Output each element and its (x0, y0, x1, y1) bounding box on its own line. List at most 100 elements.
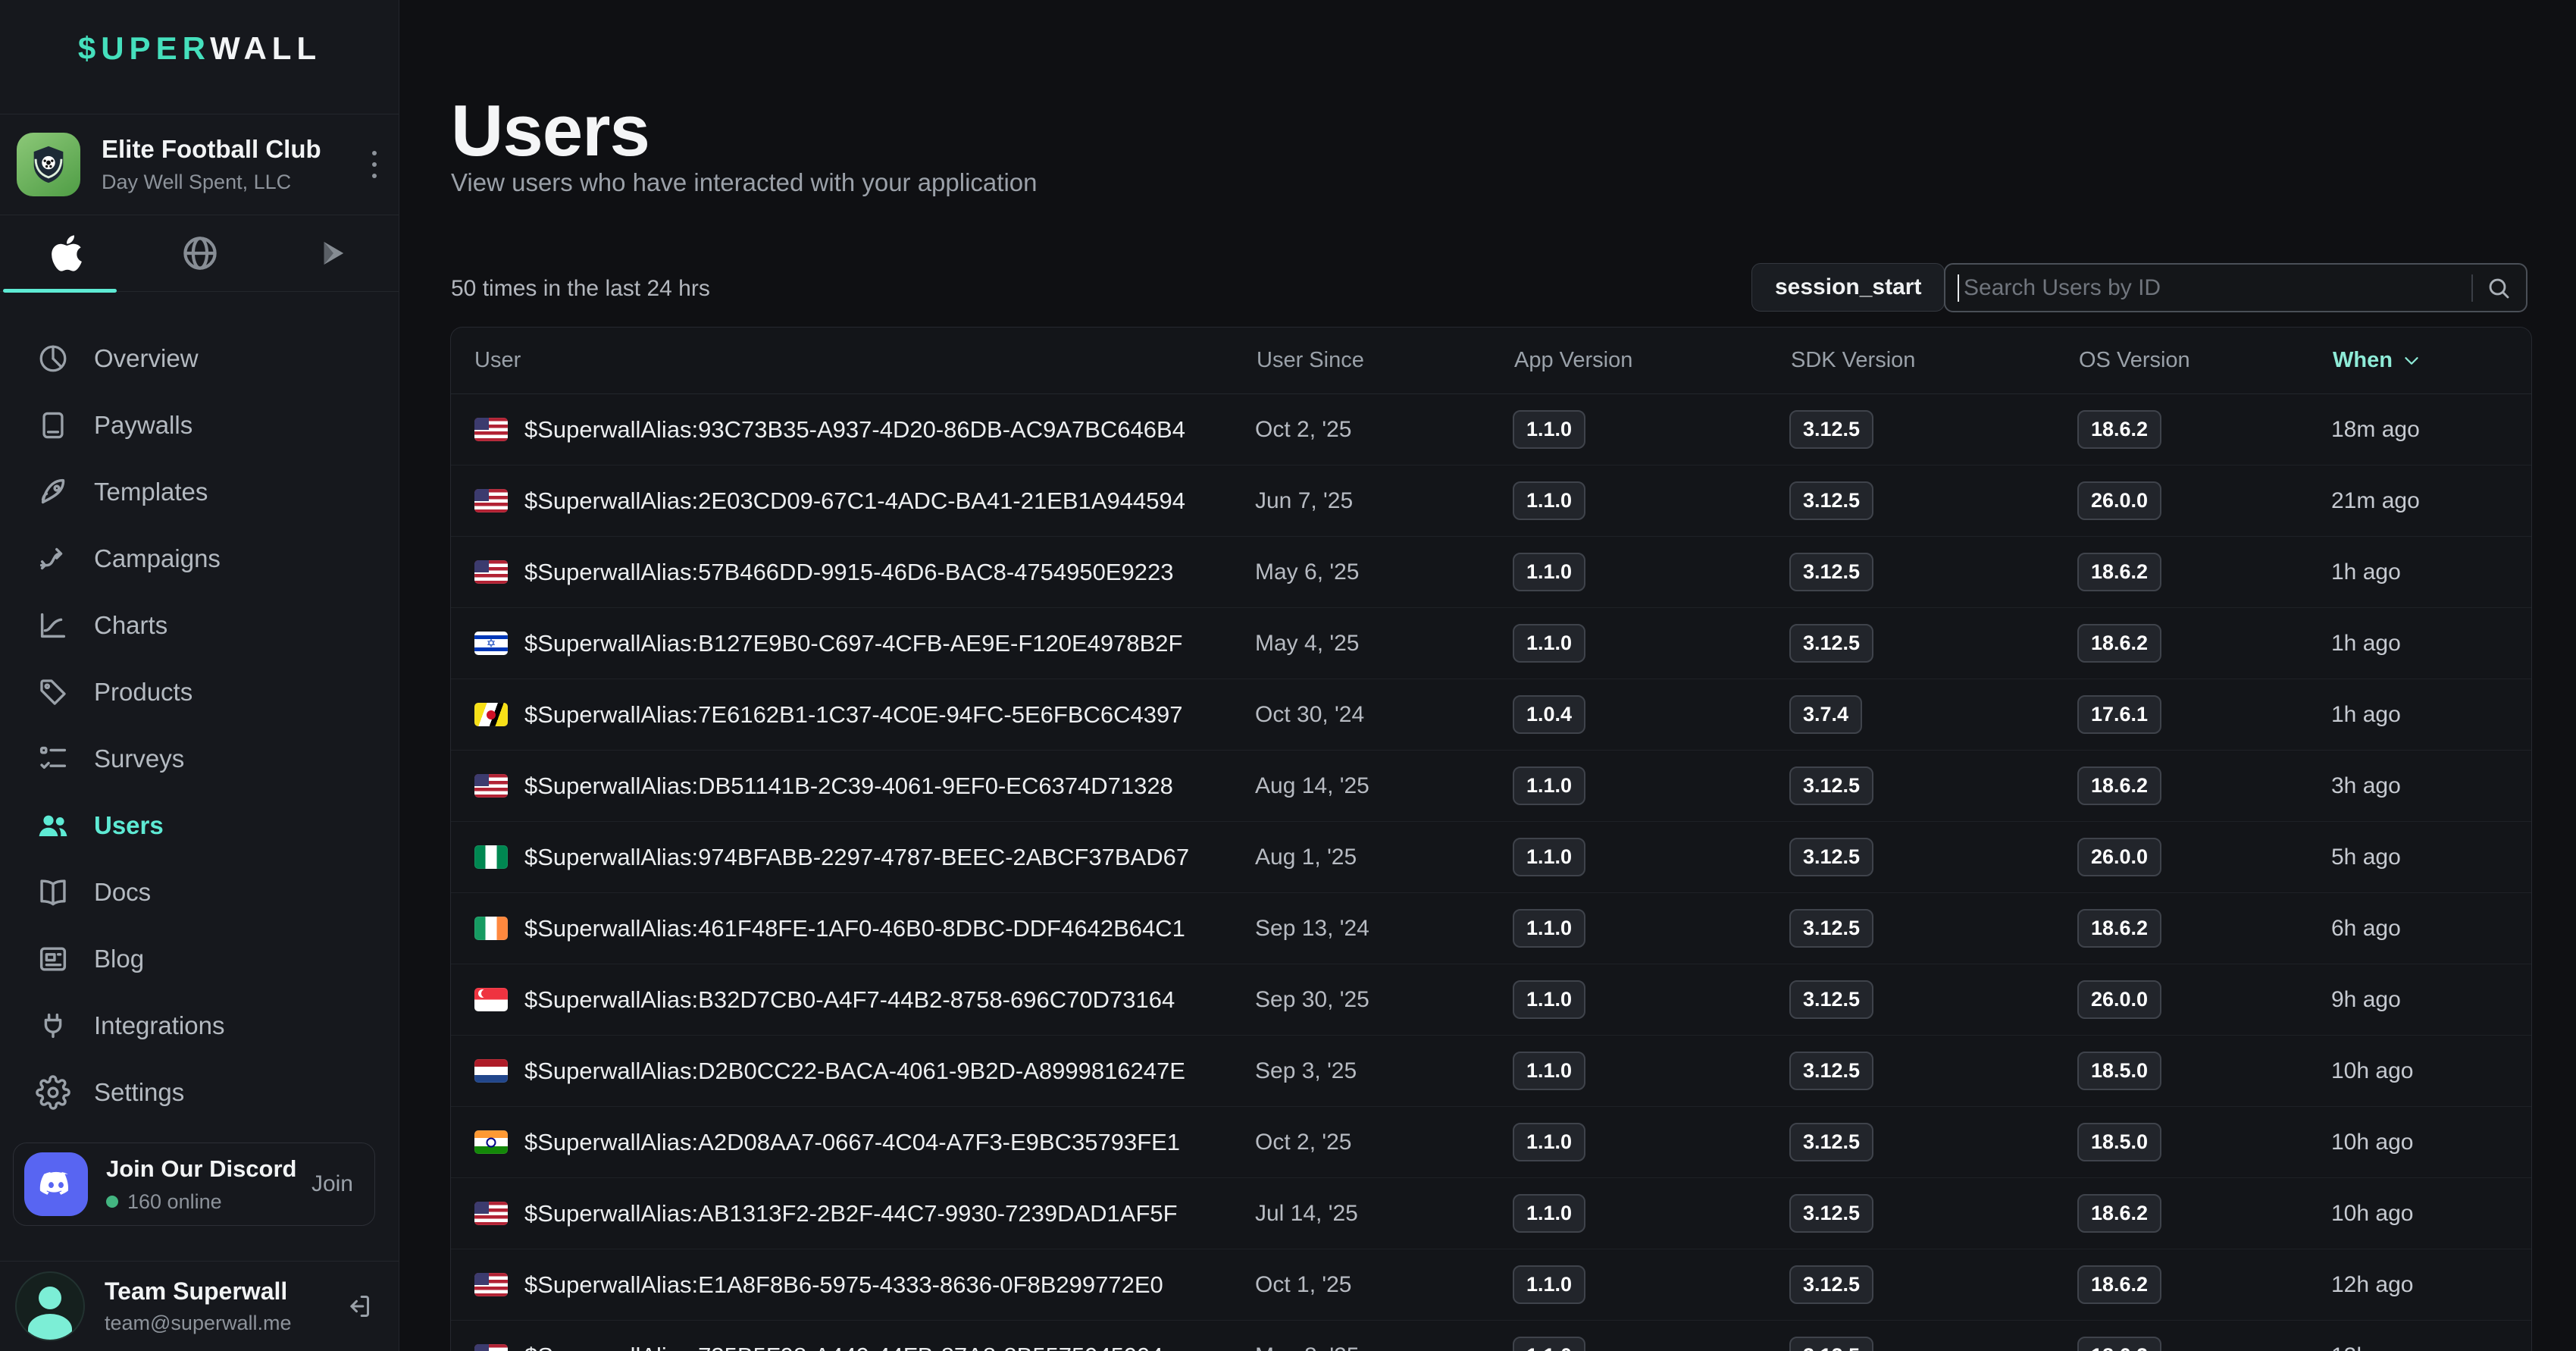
phone-icon (33, 409, 73, 442)
sidebar-item-docs[interactable]: Docs (0, 859, 399, 926)
user-since-cell: Oct 1, '25 (1255, 1272, 1513, 1298)
table-row[interactable]: $SuperwallAlias:B127E9B0-C697-4CFB-AE9E-… (451, 608, 2531, 679)
table-body: $SuperwallAlias:93C73B35-A937-4D20-86DB-… (451, 394, 2531, 1351)
sdk-version-badge: 3.7.4 (1789, 695, 1862, 734)
table-row[interactable]: $SuperwallAlias:B32D7CB0-A4F7-44B2-8758-… (451, 964, 2531, 1036)
user-cell: $SuperwallAlias:2E03CD09-67C1-4ADC-BA41-… (451, 487, 1255, 515)
table-row[interactable]: $SuperwallAlias:D2B0CC22-BACA-4061-9B2D-… (451, 1036, 2531, 1107)
when-cell: 21m ago (2331, 488, 2532, 514)
sidebar-item-surveys[interactable]: Surveys (0, 726, 399, 792)
app-version-badge: 1.1.0 (1513, 481, 1585, 520)
user-cell: $SuperwallAlias:57B466DD-9915-46D6-BAC8-… (451, 559, 1255, 586)
avatar (15, 1271, 85, 1341)
when-cell: 6h ago (2331, 916, 2532, 942)
os-version-cell: 26.0.0 (2077, 481, 2331, 520)
discord-card[interactable]: Join Our Discord 160 online Join (13, 1143, 375, 1226)
app-version-cell: 1.1.0 (1513, 838, 1789, 876)
globe-icon (179, 232, 221, 274)
app-version-cell: 1.1.0 (1513, 766, 1789, 805)
app-version-badge: 1.1.0 (1513, 909, 1585, 948)
sidebar-item-campaigns[interactable]: Campaigns (0, 525, 399, 592)
user-since-cell: Jul 14, '25 (1255, 1201, 1513, 1227)
column-header-when[interactable]: When (2331, 348, 2532, 373)
user-id: $SuperwallAlias:461F48FE-1AF0-46B0-8DBC-… (524, 915, 1185, 942)
pie-chart-icon (33, 342, 73, 375)
sidebar-item-integrations[interactable]: Integrations (0, 992, 399, 1059)
country-flag-icon (474, 418, 508, 441)
account-row[interactable]: Team Superwall team@superwall.me (0, 1261, 399, 1351)
tab-android[interactable] (266, 215, 399, 291)
table-row[interactable]: $SuperwallAlias:93C73B35-A937-4D20-86DB-… (451, 394, 2531, 465)
tab-apple[interactable] (0, 215, 133, 291)
event-filter-button[interactable]: session_start (1751, 263, 1945, 312)
team-menu-icon[interactable] (372, 151, 377, 178)
table-row[interactable]: $SuperwallAlias:DB51141B-2C39-4061-9EF0-… (451, 751, 2531, 822)
table-row[interactable]: $SuperwallAlias:735B5F98-A449-44FB-87A8-… (451, 1321, 2531, 1351)
app-version-cell: 1.1.0 (1513, 481, 1789, 520)
table-row[interactable]: $SuperwallAlias:2E03CD09-67C1-4ADC-BA41-… (451, 465, 2531, 537)
sidebar-item-label: Products (94, 678, 192, 707)
when-cell: 9h ago (2331, 987, 2532, 1013)
search-box (1944, 263, 2527, 312)
os-version-badge: 26.0.0 (2077, 838, 2161, 876)
sdk-version-badge: 3.12.5 (1789, 410, 1873, 449)
os-version-cell: 18.6.2 (2077, 553, 2331, 591)
sdk-version-badge: 3.12.5 (1789, 1337, 1873, 1351)
table-row[interactable]: $SuperwallAlias:7E6162B1-1C37-4C0E-94FC-… (451, 679, 2531, 751)
sidebar: $UPERWALL Elite Football Club Day Well S… (0, 0, 399, 1351)
table-row[interactable]: $SuperwallAlias:AB1313F2-2B2F-44C7-9930-… (451, 1178, 2531, 1249)
team-company: Day Well Spent, LLC (102, 171, 372, 194)
event-count-text: 50 times in the last 24 hrs (451, 276, 710, 302)
user-id: $SuperwallAlias:E1A8F8B6-5975-4333-8636-… (524, 1271, 1163, 1299)
app-version-cell: 1.1.0 (1513, 1052, 1789, 1090)
app-version-cell: 1.1.0 (1513, 1123, 1789, 1161)
sidebar-item-users[interactable]: Users (0, 792, 399, 859)
sdk-version-cell: 3.12.5 (1789, 1194, 2077, 1233)
table-row[interactable]: $SuperwallAlias:461F48FE-1AF0-46B0-8DBC-… (451, 893, 2531, 964)
search-input[interactable] (1959, 265, 2471, 311)
user-since-cell: Sep 13, '24 (1255, 916, 1513, 942)
sdk-version-badge: 3.12.5 (1789, 1265, 1873, 1304)
sdk-version-badge: 3.12.5 (1789, 624, 1873, 663)
logout-icon[interactable] (343, 1291, 374, 1321)
discord-join-button[interactable]: Join (311, 1171, 353, 1197)
os-version-badge: 18.6.2 (2077, 1265, 2161, 1304)
sdk-version-badge: 3.12.5 (1789, 1194, 1873, 1233)
user-cell: $SuperwallAlias:461F48FE-1AF0-46B0-8DBC-… (451, 915, 1255, 942)
os-version-badge: 18.6.2 (2077, 410, 2161, 449)
sdk-version-cell: 3.12.5 (1789, 624, 2077, 663)
user-id: $SuperwallAlias:A2D08AA7-0667-4C04-A7F3-… (524, 1129, 1180, 1156)
tab-web[interactable] (133, 215, 267, 291)
users-table: UserUser SinceApp VersionSDK VersionOS V… (450, 327, 2532, 1351)
user-id: $SuperwallAlias:735B5F98-A449-44FB-87A8-… (524, 1343, 1163, 1351)
sidebar-item-products[interactable]: Products (0, 659, 399, 726)
user-cell: $SuperwallAlias:DB51141B-2C39-4061-9EF0-… (451, 773, 1255, 800)
user-id: $SuperwallAlias:57B466DD-9915-46D6-BAC8-… (524, 559, 1174, 586)
table-row[interactable]: $SuperwallAlias:A2D08AA7-0667-4C04-A7F3-… (451, 1107, 2531, 1178)
users-icon (33, 807, 73, 844)
sdk-version-cell: 3.12.5 (1789, 838, 2077, 876)
sidebar-item-label: Surveys (94, 744, 184, 773)
sidebar-item-blog[interactable]: Blog (0, 926, 399, 992)
sidebar-item-paywalls[interactable]: Paywalls (0, 392, 399, 459)
sidebar-item-overview[interactable]: Overview (0, 325, 399, 392)
sidebar-item-charts[interactable]: Charts (0, 592, 399, 659)
app-version-badge: 1.1.0 (1513, 1052, 1585, 1090)
country-flag-icon (474, 1344, 508, 1351)
user-since-cell: Jun 7, '25 (1255, 488, 1513, 514)
os-version-cell: 18.5.0 (2077, 1052, 2331, 1090)
search-icon[interactable] (2485, 274, 2512, 302)
table-row[interactable]: $SuperwallAlias:974BFABB-2297-4787-BEEC-… (451, 822, 2531, 893)
table-row[interactable]: $SuperwallAlias:E1A8F8B6-5975-4333-8636-… (451, 1249, 2531, 1321)
sidebar-item-settings[interactable]: Settings (0, 1059, 399, 1126)
app-version-cell: 1.1.0 (1513, 980, 1789, 1019)
discord-title: Join Our Discord (106, 1155, 311, 1183)
sidebar-item-templates[interactable]: Templates (0, 459, 399, 525)
platform-tabs (0, 215, 399, 292)
team-switcher[interactable]: Elite Football Club Day Well Spent, LLC (0, 114, 399, 215)
table-row[interactable]: $SuperwallAlias:57B466DD-9915-46D6-BAC8-… (451, 537, 2531, 608)
country-flag-icon (474, 988, 508, 1011)
os-version-badge: 18.6.2 (2077, 1337, 2161, 1351)
active-tab-underline (3, 289, 117, 293)
sdk-version-cell: 3.12.5 (1789, 909, 2077, 948)
